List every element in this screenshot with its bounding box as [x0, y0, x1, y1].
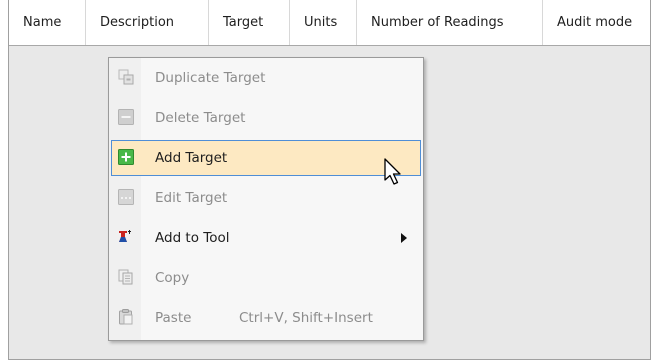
column-header-number-of-readings[interactable]: Number of Readings — [357, 0, 543, 45]
column-header-name[interactable]: Name — [9, 0, 86, 45]
menu-item-label: Edit Target — [155, 190, 228, 206]
menu-item-label: Add to Tool — [155, 230, 230, 246]
menu-item-delete-target[interactable]: Delete Target — [111, 100, 421, 136]
column-header-description[interactable]: Description — [86, 0, 209, 45]
menu-item-copy[interactable]: Copy — [111, 260, 421, 296]
duplicate-icon — [118, 69, 134, 85]
menu-item-label: Add Target — [155, 150, 228, 166]
menu-item-add-to-tool[interactable]: Add to Tool — [111, 220, 421, 256]
menu-item-duplicate-target[interactable]: Duplicate Target — [111, 60, 421, 96]
grid-header: Name Description Target Units Number of … — [9, 0, 650, 46]
menu-item-label: Copy — [155, 270, 190, 286]
column-header-target[interactable]: Target — [209, 0, 290, 45]
paste-icon — [119, 309, 133, 325]
menu-item-edit-target[interactable]: Edit Target — [111, 180, 421, 216]
column-header-units[interactable]: Units — [290, 0, 357, 45]
menu-item-label: Paste — [155, 310, 192, 326]
copy-icon — [118, 269, 133, 285]
menu-item-label: Duplicate Target — [155, 70, 266, 86]
context-menu: Duplicate Target Delete Target Add Targe… — [108, 57, 424, 341]
menu-item-add-target[interactable]: Add Target — [111, 140, 421, 176]
plus-icon — [118, 149, 134, 165]
column-header-audit-mode[interactable]: Audit mode — [543, 0, 650, 45]
menu-item-paste[interactable]: Paste Ctrl+V, Shift+Insert — [111, 300, 421, 336]
submenu-arrow-icon — [401, 233, 407, 243]
menu-item-shortcut: Ctrl+V, Shift+Insert — [239, 310, 373, 326]
tool-icon — [119, 230, 131, 242]
menu-item-label: Delete Target — [155, 110, 246, 126]
ellipsis-icon — [118, 189, 134, 205]
minus-icon — [118, 109, 134, 125]
mouse-pointer-icon — [384, 158, 401, 185]
